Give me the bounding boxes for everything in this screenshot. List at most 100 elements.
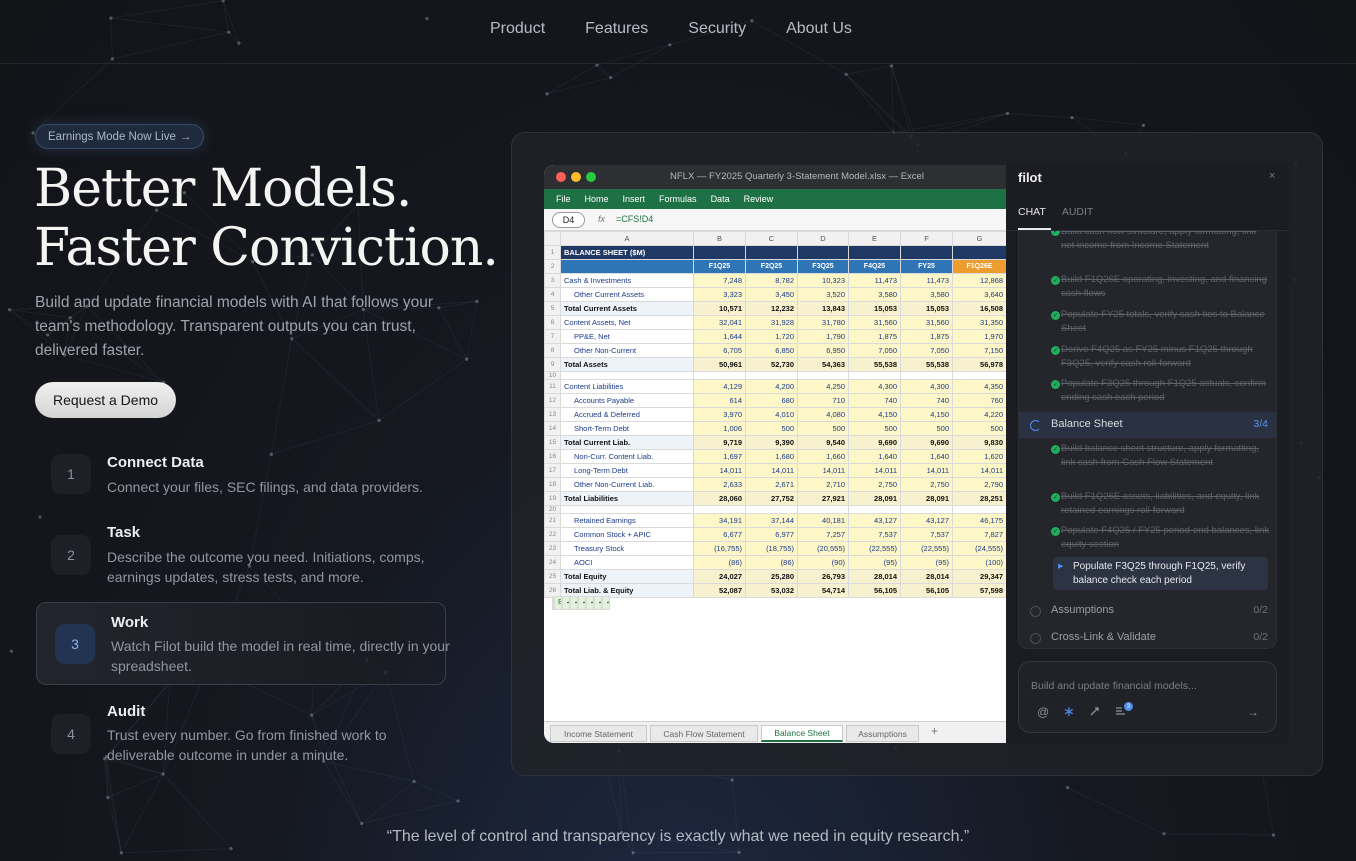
column-letter[interactable]: B [693,231,746,246]
value-cell[interactable]: 500 [900,421,953,436]
value-cell[interactable]: 54,363 [797,357,849,372]
period-header-cell[interactable]: F2Q25 [745,259,798,274]
cell[interactable] [693,245,746,260]
value-cell[interactable] [848,371,901,380]
value-cell[interactable]: 28,091 [900,491,953,506]
value-cell[interactable] [952,371,1006,380]
value-cell[interactable]: 4,010 [745,407,798,422]
value-cell[interactable]: 4,150 [848,407,901,422]
value-cell[interactable]: 4,150 [900,407,953,422]
value-cell[interactable]: 1,644 [693,329,746,344]
menu-review[interactable]: Review [744,194,774,204]
value-cell[interactable]: (100) [952,555,1006,570]
value-cell[interactable]: (90) [797,555,849,570]
row-label-cell[interactable]: Total Liabilities [560,491,694,506]
spreadsheet-grid[interactable]: A B C D E F G 1 BALANCE SHEET ($M) 2 F1Q25 F2Q25 F3Q… [544,231,1006,610]
value-cell[interactable]: (86) [745,555,798,570]
value-cell[interactable]: 40,181 [797,513,849,528]
value-cell[interactable]: 4,220 [952,407,1006,422]
value-cell[interactable]: 4,300 [900,379,953,394]
value-cell[interactable]: ✓ [578,595,586,610]
mention-icon[interactable]: @ [1037,705,1049,719]
nav-security[interactable]: Security [688,20,746,38]
value-cell[interactable]: 56,105 [900,583,953,598]
value-cell[interactable]: 28,091 [848,491,901,506]
value-cell[interactable]: ✓ [594,595,602,610]
cell[interactable] [745,245,798,260]
value-cell[interactable] [745,371,798,380]
step-connect-data[interactable]: 1 Connect Data Connect your files, SEC f… [36,444,446,506]
value-cell[interactable]: 7,248 [693,273,746,288]
value-cell[interactable]: 3,323 [693,287,746,302]
row-label-cell[interactable]: Cash & Investments [560,273,694,288]
value-cell[interactable]: 28,014 [900,569,953,584]
value-cell[interactable]: 1,697 [693,449,746,464]
value-cell[interactable]: 31,560 [900,315,953,330]
column-letter[interactable]: F [900,231,953,246]
row-label-cell[interactable]: Accounts Payable [560,393,694,408]
value-cell[interactable]: 52,730 [745,357,798,372]
value-cell[interactable]: 37,144 [745,513,798,528]
value-cell[interactable]: 28,060 [693,491,746,506]
add-sheet-icon[interactable]: + [931,724,938,738]
value-cell[interactable]: 12,868 [952,273,1006,288]
value-cell[interactable]: 9,690 [848,435,901,450]
row-label-cell[interactable]: Total Current Assets [560,301,694,316]
value-cell[interactable]: 9,540 [797,435,849,450]
row-label-cell[interactable] [560,371,694,380]
column-letter[interactable]: E [848,231,901,246]
value-cell[interactable]: 4,300 [848,379,901,394]
value-cell[interactable]: 7,257 [797,527,849,542]
value-cell[interactable]: (22,555) [900,541,953,556]
value-cell[interactable]: 28,251 [952,491,1006,506]
value-cell[interactable] [693,505,746,514]
value-cell[interactable]: 8,782 [745,273,798,288]
value-cell[interactable]: 1,875 [900,329,953,344]
value-cell[interactable]: (86) [693,555,746,570]
row-label-cell[interactable]: Total Equity [560,569,694,584]
close-dot-icon[interactable] [556,172,566,182]
value-cell[interactable]: 1,640 [900,449,953,464]
value-cell[interactable]: 29,347 [952,569,1006,584]
tab-chat[interactable]: CHAT [1018,206,1046,218]
value-cell[interactable]: 9,830 [952,435,1006,450]
value-cell[interactable]: 680 [745,393,798,408]
row-label-cell[interactable]: Content Assets, Net [560,315,694,330]
value-cell[interactable]: 26,793 [797,569,849,584]
value-cell[interactable]: 15,053 [848,301,901,316]
value-cell[interactable]: 50,961 [693,357,746,372]
value-cell[interactable]: 740 [900,393,953,408]
ai-sparkle-icon[interactable]: ∗ [1063,703,1075,720]
value-cell[interactable]: 10,323 [797,273,849,288]
step-audit[interactable]: 4 Audit Trust every number. Go from fini… [36,702,446,772]
value-cell[interactable]: 43,127 [848,513,901,528]
row-label-cell[interactable]: Short-Term Debt [560,421,694,436]
value-cell[interactable]: (20,555) [797,541,849,556]
cell[interactable] [900,245,953,260]
value-cell[interactable]: 31,350 [952,315,1006,330]
value-cell[interactable]: 4,129 [693,379,746,394]
value-cell[interactable]: 57,598 [952,583,1006,598]
value-cell[interactable]: 6,677 [693,527,746,542]
value-cell[interactable]: 3,580 [900,287,953,302]
value-cell[interactable]: 1,680 [745,449,798,464]
cell[interactable] [848,245,901,260]
value-cell[interactable]: 31,928 [745,315,798,330]
value-cell[interactable]: 31,780 [797,315,849,330]
period-header-cell[interactable]: FY25 [900,259,953,274]
value-cell[interactable]: 15,053 [900,301,953,316]
value-cell[interactable]: 3,580 [848,287,901,302]
value-cell[interactable]: (22,555) [848,541,901,556]
cell-reference-box[interactable]: D4 [552,212,585,228]
value-cell[interactable]: 2,790 [952,477,1006,492]
row-label-cell[interactable]: Common Stock + APIC [560,527,694,542]
value-cell[interactable]: 13,843 [797,301,849,316]
value-cell[interactable]: 25,280 [745,569,798,584]
value-cell[interactable] [797,505,849,514]
value-cell[interactable]: ✓ [562,595,570,610]
row-label-cell[interactable]: Treasury Stock [560,541,694,556]
row-label-cell[interactable]: Retained Earnings [560,513,694,528]
close-icon[interactable]: × [1269,170,1275,182]
value-cell[interactable]: 2,750 [900,477,953,492]
value-cell[interactable]: 27,752 [745,491,798,506]
